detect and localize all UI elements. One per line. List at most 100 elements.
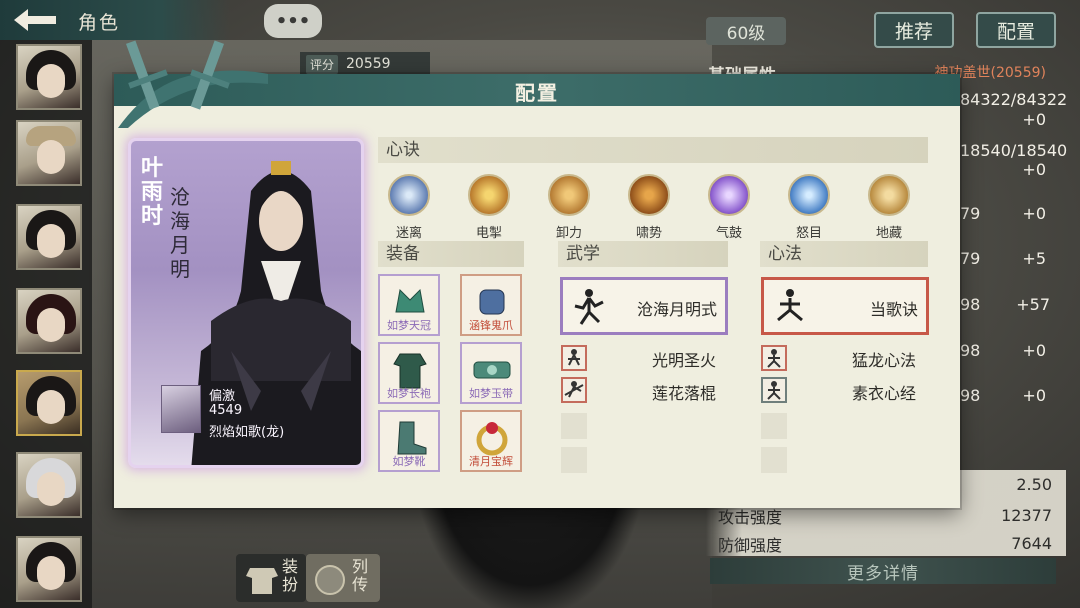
belt-icon	[473, 361, 511, 379]
mind-skill[interactable]: 气鼓	[704, 174, 754, 241]
martial-sub-label: 光明圣火	[652, 351, 717, 370]
martial-sub-label: 莲花落棍	[652, 384, 717, 403]
roster-portrait[interactable]	[16, 204, 82, 270]
defense-value: 7644	[1011, 534, 1052, 553]
mind-skill[interactable]: 电掣	[464, 174, 514, 241]
mind-skill-label: 电掣	[475, 226, 502, 241]
stat-value: 98	[960, 341, 981, 360]
martial-sub-slot[interactable]	[561, 377, 587, 403]
equipment-label: 如梦长袍	[387, 387, 431, 400]
heart-main-label: 当歌诀	[869, 300, 918, 319]
outfit-icon	[246, 568, 278, 594]
stat-extra: +0	[1022, 160, 1046, 179]
outfit-tab[interactable]: 装扮	[236, 554, 306, 602]
heart-empty-slot[interactable]	[761, 447, 787, 473]
equipment-label: 如梦玉带	[469, 387, 513, 400]
heart-sub-slot[interactable]	[761, 345, 787, 371]
heart-sub-slot[interactable]	[761, 377, 787, 403]
character-title: 沧海月明	[170, 185, 190, 281]
qi-icon	[708, 174, 750, 216]
mind-skill[interactable]: 啸势	[624, 174, 674, 241]
mind-skill-label: 怒目	[795, 226, 822, 241]
glare-icon	[788, 174, 830, 216]
equipment-label: 如梦天冠	[387, 319, 431, 332]
score-badge: 评分 20559	[300, 52, 430, 76]
defense-label: 防御强度	[718, 536, 783, 555]
lightning-icon	[468, 174, 510, 216]
character-roster[interactable]	[0, 40, 92, 608]
earth-icon	[868, 174, 910, 216]
equipment-label: 如梦靴	[392, 455, 426, 468]
equipment-slot[interactable]: 如梦长袍	[378, 342, 440, 404]
crit-multiplier-value: 2.50	[1016, 475, 1052, 494]
equipment-slot[interactable]: 清月宝辉	[460, 410, 522, 472]
stat-value: 98	[960, 295, 981, 314]
biography-icon	[315, 565, 345, 595]
martial-figure-icon	[564, 381, 584, 398]
mind-skill[interactable]: 地藏	[864, 174, 914, 241]
character-avatar	[161, 385, 201, 433]
roster-portrait[interactable]	[16, 288, 82, 354]
roster-portrait[interactable]	[16, 536, 82, 602]
stat-extra: +57	[1016, 295, 1050, 314]
roster-portrait[interactable]	[16, 44, 82, 110]
back-button[interactable]	[6, 4, 64, 36]
equipment-label: 涵锋鬼爪	[469, 319, 513, 332]
mind-skill-label: 气鼓	[715, 226, 742, 241]
outfit-tab-label: 装扮	[282, 557, 299, 594]
stat-value: 18540/18540	[960, 141, 1068, 160]
score-label: 评分	[306, 54, 339, 74]
heart-sub-label: 素衣心经	[852, 384, 917, 403]
equipment-slot[interactable]: 如梦玉带	[460, 342, 522, 404]
page-title: 角色	[78, 12, 121, 34]
martial-sub-slot[interactable]	[561, 345, 587, 371]
equipment-slot[interactable]: 涵锋鬼爪	[460, 274, 522, 336]
stat-value: 79	[960, 249, 981, 268]
recommend-button[interactable]: 推荐	[874, 12, 954, 48]
chat-bubble-button[interactable]: •••	[264, 4, 322, 38]
level-badge: 60级	[706, 17, 786, 45]
heart-empty-slot[interactable]	[761, 413, 787, 439]
stat-value: 84322/84322	[960, 90, 1068, 109]
heart-figure-icon	[767, 349, 781, 368]
martial-main-label: 沧海月明式	[636, 300, 717, 319]
mind-skill[interactable]: 迷离	[384, 174, 434, 241]
character-card[interactable]: 叶雨时 沧海月明 偏激 4549 烈焰如歌(龙)	[128, 138, 364, 468]
roster-portrait[interactable]	[16, 120, 82, 186]
mist-icon	[388, 174, 430, 216]
stat-value: 98	[960, 386, 981, 405]
heart-sub-label: 猛龙心法	[852, 351, 917, 370]
equipment-label: 清月宝辉	[469, 455, 513, 468]
more-details-button[interactable]: 更多详情	[710, 558, 1056, 584]
stat-extra: +0	[1022, 204, 1046, 223]
martial-section-header: 武学	[558, 241, 728, 267]
roster-portrait[interactable]	[16, 452, 82, 518]
deflect-icon	[548, 174, 590, 216]
crown-icon	[395, 288, 425, 313]
heart-section-header: 心法	[760, 241, 928, 267]
heart-figure-icon	[767, 381, 781, 400]
stat-value: 79	[960, 204, 981, 223]
robe-icon	[393, 353, 427, 389]
equipment-slot[interactable]: 如梦天冠	[378, 274, 440, 336]
roster-portrait-selected[interactable]	[16, 370, 82, 436]
martial-empty-slot[interactable]	[561, 413, 587, 439]
martial-empty-slot[interactable]	[561, 447, 587, 473]
equipment-slot[interactable]: 如梦靴	[378, 410, 440, 472]
heart-main-slot[interactable]: 当歌诀	[761, 277, 929, 335]
mind-skill[interactable]: 怒目	[784, 174, 834, 241]
mind-skill-label: 啸势	[635, 226, 662, 241]
configure-button[interactable]: 配置	[976, 12, 1056, 48]
mind-skill-label: 迷离	[395, 226, 422, 241]
mind-skill-label: 卸力	[555, 226, 582, 241]
mind-skill[interactable]: 卸力	[544, 174, 594, 241]
roar-icon	[628, 174, 670, 216]
character-personality: 偏激	[209, 389, 236, 404]
stat-extra: +0	[1022, 386, 1046, 405]
biography-tab[interactable]: 列传	[306, 554, 380, 602]
martial-main-slot[interactable]: 沧海月明式	[560, 277, 728, 335]
character-power: 4549	[209, 403, 243, 418]
back-arrow-icon	[14, 9, 56, 31]
ring-icon	[476, 422, 508, 456]
biography-tab-label: 列传	[352, 557, 369, 594]
